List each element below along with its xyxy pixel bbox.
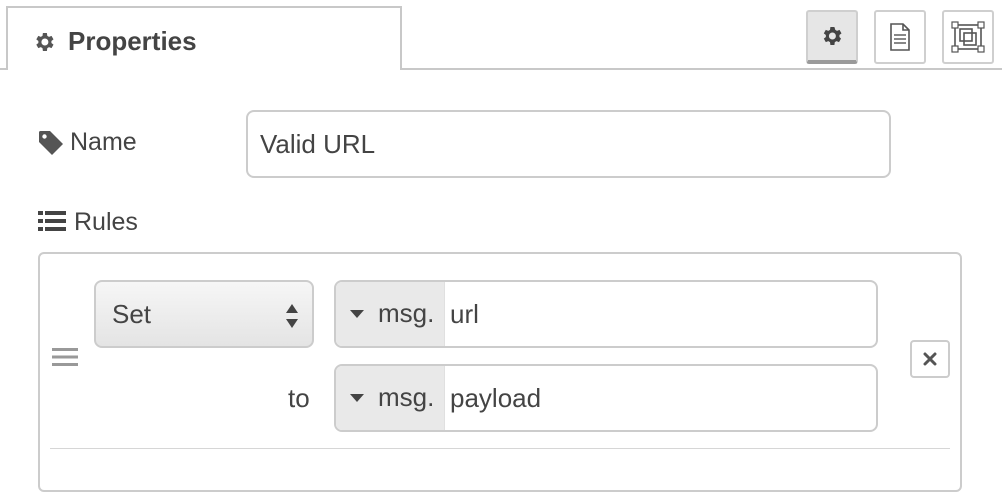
drag-handle-icon[interactable] [52, 346, 78, 368]
caret-down-icon [350, 394, 364, 402]
list-icon [38, 211, 66, 231]
tag-icon [39, 131, 63, 155]
remove-rule-button[interactable] [910, 340, 950, 378]
rules-label-text: Rules [74, 208, 138, 236]
gear-icon [823, 27, 842, 45]
node-description-button[interactable] [874, 10, 926, 64]
rule-action-select[interactable]: Set [94, 280, 314, 348]
tab-properties-label: Properties [68, 26, 197, 56]
property-type-label: msg. [378, 298, 435, 328]
rule-action-value: Set [112, 299, 152, 329]
property-value: url [450, 299, 479, 329]
caret-down-icon [350, 310, 364, 318]
name-input[interactable] [246, 110, 891, 178]
window-restore-icon [951, 21, 985, 53]
node-appearance-button[interactable] [942, 10, 994, 64]
editor-tab-bar: Properties [0, 0, 1002, 70]
gear-icon [36, 33, 54, 51]
tab-properties[interactable]: Properties [6, 6, 402, 70]
node-settings-button[interactable] [806, 10, 858, 64]
to-label: to [288, 383, 310, 413]
value-type-button[interactable]: msg. [336, 366, 445, 430]
value-type-label: msg. [378, 382, 435, 412]
rule-value-input[interactable]: msg. payload [334, 364, 878, 432]
file-text-icon [890, 23, 910, 51]
value-value: payload [450, 383, 542, 413]
select-updown-icon [286, 304, 298, 328]
close-icon [923, 352, 937, 366]
name-label-text: Name [70, 128, 137, 156]
rule-property-input[interactable]: msg. url [334, 280, 878, 348]
rule-row-divider [50, 448, 950, 449]
property-type-button[interactable]: msg. [336, 282, 445, 346]
